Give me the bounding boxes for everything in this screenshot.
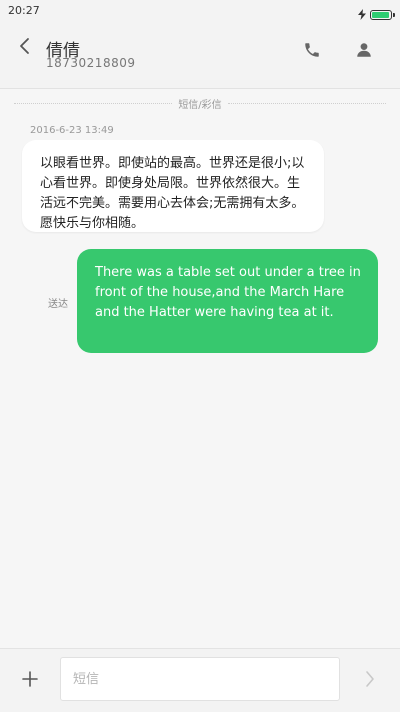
send-button[interactable] [356, 667, 384, 695]
status-time: 20:27 [8, 4, 40, 17]
call-button[interactable] [298, 38, 326, 66]
composer-bar [0, 648, 400, 712]
battery-level [372, 11, 389, 18]
thread-divider: 短信/彩信 [14, 94, 386, 112]
message-thread[interactable]: 短信/彩信 2016-6-23 13:49 以眼看世界。即使站的最高。世界还是很… [0, 88, 400, 648]
person-icon [355, 41, 373, 63]
chevron-right-icon [365, 670, 375, 692]
contact-profile-button[interactable] [350, 38, 378, 66]
battery-icon [370, 9, 395, 20]
message-timestamp: 2016-6-23 13:49 [30, 125, 114, 136]
conversation-header: 倩倩 18730218809 [0, 22, 400, 89]
incoming-message-bubble[interactable]: 以眼看世界。即使站的最高。世界还是很小;以心看世界。即使身处局限。世界依然很大。… [22, 140, 324, 232]
outgoing-message-bubble[interactable]: There was a table set out under a tree i… [77, 249, 378, 353]
back-button[interactable] [10, 34, 38, 62]
divider-line [14, 102, 173, 104]
add-attachment-button[interactable] [16, 667, 44, 695]
status-bar: 20:27 [0, 0, 400, 22]
chevron-left-icon [18, 37, 30, 59]
delivery-status: 送达 [48, 299, 68, 310]
message-input[interactable] [60, 657, 340, 701]
plus-icon [22, 671, 38, 691]
divider-line [227, 102, 386, 104]
contact-number: 18730218809 [46, 56, 136, 70]
divider-label: 短信/彩信 [178, 99, 222, 111]
phone-icon [303, 41, 321, 63]
